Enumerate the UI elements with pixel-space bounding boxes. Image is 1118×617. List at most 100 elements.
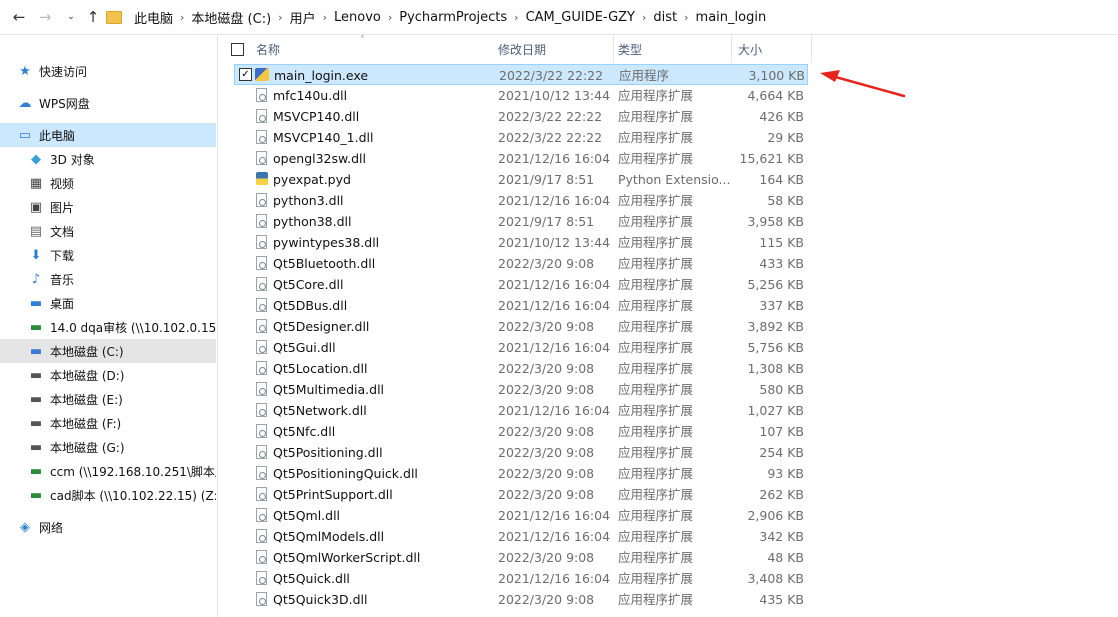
sidebar-item[interactable]: ▬ cad脚本 (\\10.102.22.15) (Z:) [0, 483, 216, 507]
file-row[interactable]: MSVCP140.dll 2022/3/22 22:22 应用程序扩展 426 KB [234, 106, 808, 127]
file-row[interactable]: Qt5QmlModels.dll 2021/12/16 16:04 应用程序扩展 34… [234, 526, 808, 547]
file-row[interactable]: Qt5DBus.dll 2021/12/16 16:04 应用程序扩展 337 KB [234, 295, 808, 316]
file-date: 2022/3/22 22:22 [498, 130, 603, 145]
file-row[interactable]: python38.dll 2021/9/17 8:51 应用程序扩展 3,958 KB [234, 211, 808, 232]
file-type: 应用程序扩展 [618, 256, 694, 271]
sidebar-item[interactable]: ▬ 本地磁盘 (G:) [0, 435, 216, 459]
star-icon: ★ [19, 63, 31, 79]
sidebar-item[interactable]: ⬇ 下载 [0, 243, 216, 267]
file-name: main_login.exe [274, 68, 369, 83]
chevron-right-icon[interactable]: › [639, 11, 649, 24]
file-row[interactable]: Qt5QmlWorkerScript.dll 2022/3/20 9:08 应用程序… [234, 547, 808, 568]
file-row[interactable]: pywintypes38.dll 2021/10/12 13:44 应用程序扩展 11… [234, 232, 808, 253]
dll-file-icon [256, 109, 267, 123]
file-row[interactable]: Qt5Network.dll 2021/12/16 16:04 应用程序扩展 1,02… [234, 400, 808, 421]
chevron-right-icon[interactable]: › [275, 11, 285, 24]
arrow-right-icon: → [38, 8, 52, 26]
sidebar-item[interactable]: ▭ 此电脑 [0, 123, 216, 147]
file-row[interactable]: Qt5PositioningQuick.dll 2022/3/20 9:08 应用程… [234, 463, 808, 484]
file-type: 应用程序 [619, 68, 670, 83]
sidebar-item[interactable]: ▬ ccm (\\192.168.10.251\脚本库 [0, 459, 216, 483]
sidebar-item-label: 音乐 [50, 272, 75, 287]
column-size[interactable]: 大小 [732, 35, 812, 63]
file-name: Qt5Positioning.dll [273, 445, 383, 460]
file-row[interactable]: MSVCP140_1.dll 2022/3/22 22:22 应用程序扩展 29 KB [234, 127, 808, 148]
file-row[interactable]: Qt5Core.dll 2021/12/16 16:04 应用程序扩展 5,256 K… [234, 274, 808, 295]
sidebar-item[interactable]: ◈ 网络 [0, 515, 216, 539]
select-all-checkbox[interactable] [231, 43, 244, 56]
file-name: mfc140u.dll [273, 88, 348, 103]
chevron-right-icon[interactable]: › [320, 11, 330, 24]
breadcrumb-item[interactable]: CAM_GUIDE-GZY [522, 10, 639, 25]
network-icon: ◈ [20, 519, 30, 535]
sidebar-item[interactable]: ▬ 本地磁盘 (F:) [0, 411, 216, 435]
breadcrumb-item[interactable]: dist [649, 10, 681, 25]
file-row[interactable]: ✓ main_login.exe 2022/3/22 22:22 应用程序 3,100 … [234, 64, 808, 85]
file-type: 应用程序扩展 [618, 130, 694, 145]
file-row[interactable]: Qt5Nfc.dll 2022/3/20 9:08 应用程序扩展 107 KB [234, 421, 808, 442]
file-type: 应用程序扩展 [618, 340, 694, 355]
sidebar-item[interactable]: ▣ 图片 [0, 195, 216, 219]
sidebar-item[interactable]: ★ 快速访问 [0, 59, 216, 83]
file-date: 2021/10/12 13:44 [498, 235, 611, 250]
chevron-right-icon[interactable]: › [511, 11, 521, 24]
chevron-right-icon[interactable]: › [177, 11, 187, 24]
file-row[interactable]: Qt5Quick.dll 2021/12/16 16:04 应用程序扩展 3,408 … [234, 568, 808, 589]
file-size: 3,958 KB [747, 214, 804, 229]
row-checkbox[interactable]: ✓ [239, 68, 252, 81]
file-type: 应用程序扩展 [618, 88, 694, 103]
file-date: 2022/3/20 9:08 [498, 466, 595, 481]
file-row[interactable]: Qt5Gui.dll 2021/12/16 16:04 应用程序扩展 5,756 KB [234, 337, 808, 358]
sidebar-item[interactable]: ♪ 音乐 [0, 267, 216, 291]
file-size: 107 KB [759, 424, 804, 439]
sidebar-item[interactable]: ▬ 本地磁盘 (E:) [0, 387, 216, 411]
file-row[interactable]: Qt5PrintSupport.dll 2022/3/20 9:08 应用程序扩展 2… [234, 484, 808, 505]
drive-icon: ▬ [29, 415, 43, 431]
dll-file-icon [256, 235, 267, 249]
file-row[interactable]: mfc140u.dll 2021/10/12 13:44 应用程序扩展 4,664 K… [234, 85, 808, 106]
sidebar-item-label: 本地磁盘 (E:) [50, 392, 123, 407]
recent-locations-button[interactable]: ⌄ [62, 7, 80, 27]
sidebar-item[interactable]: ▦ 视频 [0, 171, 216, 195]
file-row[interactable]: Qt5Positioning.dll 2022/3/20 9:08 应用程序扩展 25… [234, 442, 808, 463]
sidebar-item[interactable]: ▤ 文档 [0, 219, 216, 243]
forward-button[interactable]: → [36, 7, 54, 27]
sidebar-item[interactable]: ▬ 本地磁盘 (C:) [0, 339, 216, 363]
dll-file-icon [256, 382, 267, 396]
file-row[interactable]: Qt5Multimedia.dll 2022/3/20 9:08 应用程序扩展 580… [234, 379, 808, 400]
file-row[interactable]: Qt5Location.dll 2022/3/20 9:08 应用程序扩展 1,308… [234, 358, 808, 379]
breadcrumb-item[interactable]: 此电脑 [130, 8, 177, 27]
breadcrumb[interactable]: 此电脑 › 本地磁盘 (C:) › 用户 › Lenovo › PycharmProjects ›… [106, 5, 770, 29]
sidebar-item[interactable]: ☁ WPS网盘 [0, 91, 216, 115]
sidebar-item[interactable]: ▬ 本地磁盘 (D:) [0, 363, 216, 387]
file-size: 580 KB [759, 382, 804, 397]
file-row[interactable]: Qt5Bluetooth.dll 2022/3/20 9:08 应用程序扩展 433 … [234, 253, 808, 274]
column-date[interactable]: 修改日期 [492, 35, 614, 63]
sidebar-item[interactable]: ◆ 3D 对象 [0, 147, 216, 171]
column-name[interactable]: 名称 [250, 35, 494, 63]
file-row[interactable]: pyexpat.pyd 2021/9/17 8:51 Python Extensio… [234, 169, 808, 190]
chevron-right-icon[interactable]: › [681, 11, 691, 24]
file-size: 48 KB [767, 550, 804, 565]
network-drive-icon: ▬ [29, 487, 43, 503]
file-row[interactable]: Qt5Qml.dll 2021/12/16 16:04 应用程序扩展 2,906 KB [234, 505, 808, 526]
breadcrumb-item[interactable]: 本地磁盘 (C:) [187, 8, 275, 27]
sidebar-item[interactable]: ▬ 桌面 [0, 291, 216, 315]
chevron-right-icon[interactable]: › [385, 11, 395, 24]
up-button[interactable]: ↑ [84, 7, 102, 27]
breadcrumb-item[interactable]: 用户 [286, 8, 320, 27]
sidebar-item-label: 本地磁盘 (F:) [50, 416, 122, 431]
sidebar-item[interactable]: ▬ 14.0 dqa审核 (\\10.102.0.156 [0, 315, 216, 339]
file-row[interactable]: Qt5Designer.dll 2022/3/20 9:08 应用程序扩展 3,892… [234, 316, 808, 337]
file-row[interactable]: opengl32sw.dll 2021/12/16 16:04 应用程序扩展 15,6… [234, 148, 808, 169]
column-type[interactable]: 类型 [612, 35, 732, 63]
dll-file-icon [256, 445, 267, 459]
breadcrumb-item[interactable]: main_login [692, 10, 771, 25]
breadcrumb-item[interactable]: PycharmProjects [395, 10, 511, 25]
file-row[interactable]: python3.dll 2021/12/16 16:04 应用程序扩展 58 KB [234, 190, 808, 211]
file-row[interactable]: Qt5Quick3D.dll 2022/3/20 9:08 应用程序扩展 435 KB [234, 589, 808, 610]
file-type: 应用程序扩展 [618, 403, 694, 418]
cloud-icon: ☁ [18, 95, 32, 111]
breadcrumb-item[interactable]: Lenovo [330, 10, 385, 25]
back-button[interactable]: ← [10, 7, 28, 27]
